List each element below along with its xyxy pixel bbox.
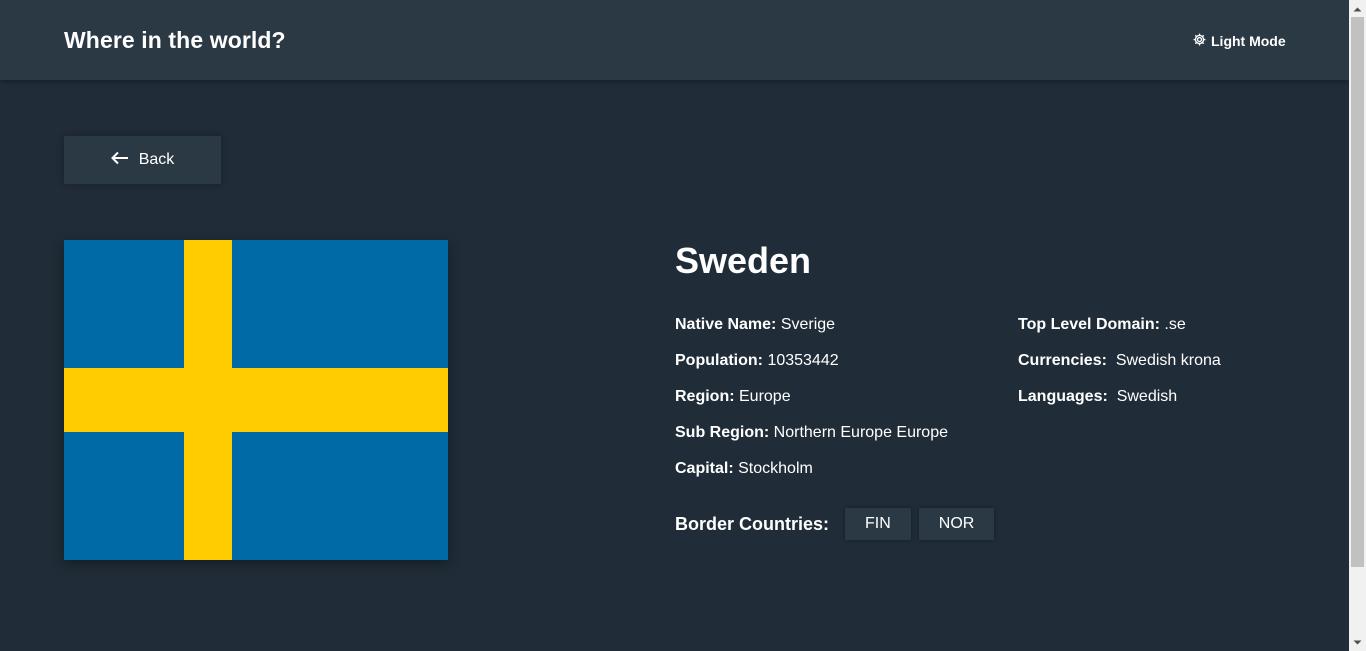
detail-value: Europe — [739, 388, 791, 405]
detail-label: Capital: — [675, 460, 734, 477]
detail-sub-region: Sub Region: Northern Europe Europe — [675, 422, 948, 458]
detail-label: Top Level Domain: — [1018, 316, 1160, 333]
border-country-button[interactable]: FIN — [845, 508, 911, 540]
detail-label: Population: — [675, 352, 763, 369]
arrow-left-icon — [110, 151, 129, 170]
country-name: Sweden — [675, 240, 812, 281]
scrollbar-thumb[interactable] — [1351, 17, 1364, 567]
detail-label: Sub Region: — [675, 424, 770, 441]
back-button-label: Back — [138, 151, 175, 168]
scroll-up-arrow-icon[interactable] — [1349, 0, 1366, 17]
detail-population: Population: 10353442 — [675, 350, 948, 386]
detail-label: Languages: — [1018, 388, 1108, 405]
detail-languages: Languages: Swedish — [1018, 386, 1221, 422]
country-details-right: Top Level Domain: .se Currencies: Swedis… — [1018, 314, 1221, 422]
detail-label: Region: — [675, 388, 735, 405]
vertical-scrollbar[interactable] — [1349, 0, 1366, 651]
scroll-down-arrow-icon[interactable] — [1349, 634, 1366, 651]
gear-icon — [1192, 32, 1207, 50]
detail-native-name: Native Name: Sverige — [675, 314, 948, 350]
back-button[interactable]: Back — [64, 136, 221, 184]
detail-top-level-domain: Top Level Domain: .se — [1018, 314, 1221, 350]
detail-value: Stockholm — [738, 460, 813, 477]
border-countries: Border Countries: FIN NOR — [675, 508, 1002, 540]
page: Where in the world? Light Mode Back Swed… — [0, 0, 1366, 651]
detail-value: 10353442 — [767, 352, 839, 369]
detail-capital: Capital: Stockholm — [675, 458, 948, 494]
country-details-left: Native Name: Sverige Population: 1035344… — [675, 314, 948, 494]
detail-value: .se — [1164, 316, 1186, 333]
app-title: Where in the world? — [64, 27, 286, 53]
app-header: Where in the world? Light Mode — [0, 0, 1349, 80]
detail-value: Swedish — [1112, 388, 1178, 405]
detail-region: Region: Europe — [675, 386, 948, 422]
detail-value: Sverige — [780, 316, 836, 333]
border-countries-label: Border Countries: — [675, 513, 830, 534]
detail-value: Northern Europe Europe — [773, 424, 948, 441]
detail-label: Native Name: — [675, 316, 777, 333]
detail-currencies: Currencies: Swedish krona — [1018, 350, 1221, 386]
theme-toggle-label: Light Mode — [1211, 33, 1286, 49]
border-country-button[interactable]: NOR — [918, 508, 995, 540]
detail-label: Currencies: — [1018, 352, 1107, 369]
theme-toggle-button[interactable]: Light Mode — [1192, 31, 1286, 51]
country-flag — [64, 240, 448, 560]
detail-value: Swedish krona — [1111, 352, 1221, 369]
